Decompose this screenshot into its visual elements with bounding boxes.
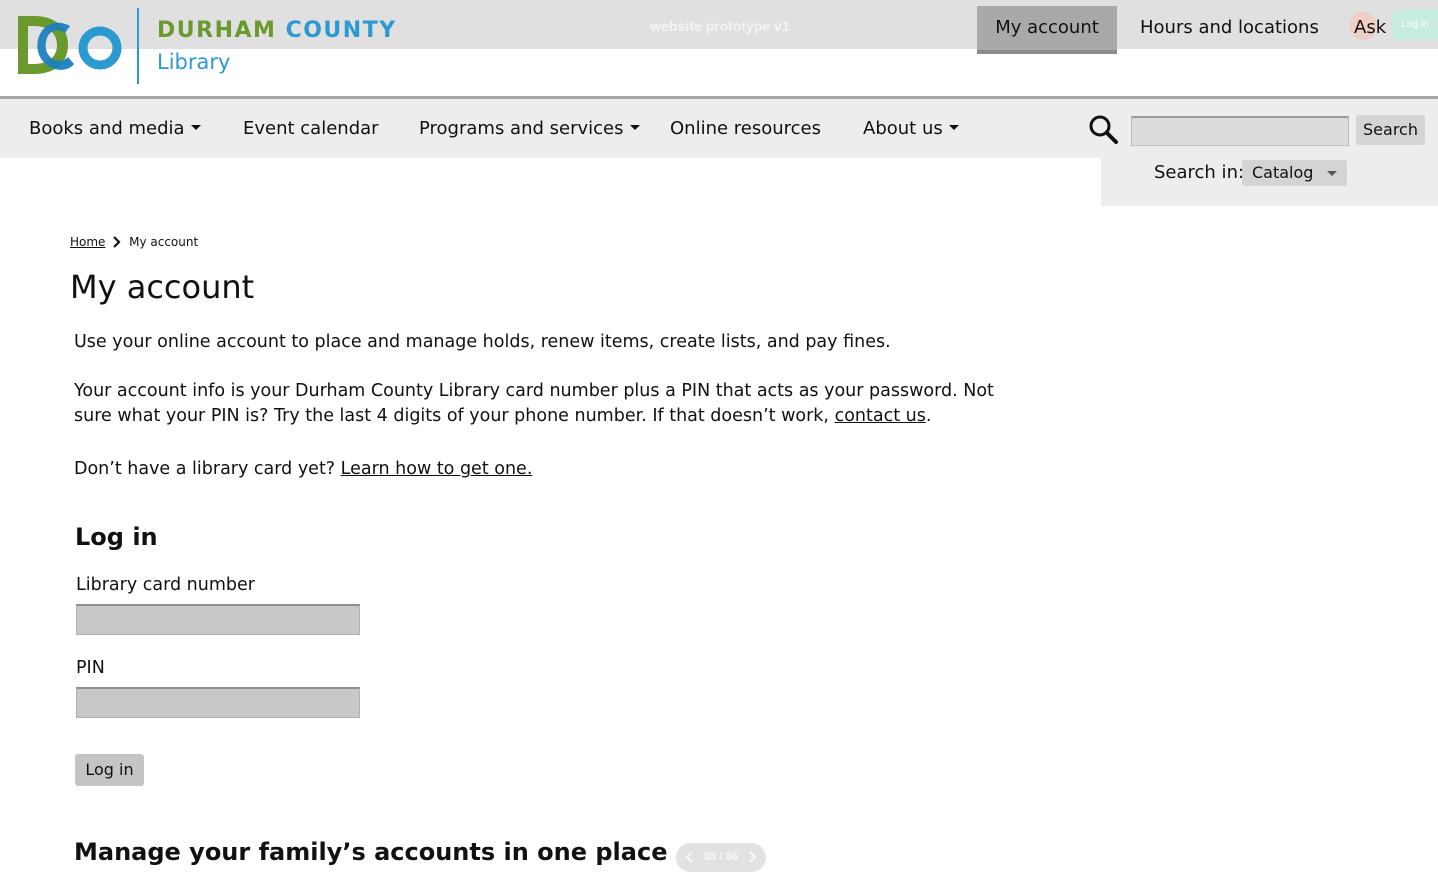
nav-online-resources[interactable]: Online resources [670,99,821,158]
logo-name: DURHAM COUNTY [157,18,397,43]
slide-counter: 35 / 36 [704,851,738,863]
login-chip[interactable]: Log in [1392,10,1438,40]
search-button[interactable]: Search [1356,115,1425,145]
chevron-down-icon [1327,171,1337,176]
nav-event-calendar[interactable]: Event calendar [243,99,379,158]
nav-about-us-label: About us [863,118,943,139]
search-scope-value: Catalog [1252,163,1314,182]
chevron-down-icon [629,125,640,130]
search-input[interactable] [1131,116,1349,146]
search-in-label: Search in: [1154,162,1245,183]
logo-divider [137,8,139,84]
library-card-text: Don’t have a library card yet? Learn how… [74,457,1034,482]
login-submit-button[interactable]: Log in [75,754,144,786]
intro-text: Use your online account to place and man… [74,332,891,352]
nav-about-us[interactable]: About us [863,99,959,158]
util-nav-hours-locations[interactable]: Hours and locations [1140,6,1319,54]
card-number-label: Library card number [76,575,255,595]
breadcrumb: Home My account [70,235,198,249]
chevron-down-icon [190,125,201,130]
dco-logo-mark-icon [18,16,122,74]
card-number-input[interactable] [76,604,360,635]
nav-books-and-media-label: Books and media [29,118,185,139]
nav-online-resources-label: Online resources [670,118,822,139]
nav-programs-and-services-label: Programs and services [419,118,624,139]
prototype-label: website prototype v1 [650,18,790,34]
library-card-question: Don’t have a library card yet? [74,459,336,479]
util-nav-my-account[interactable]: My account [977,6,1117,54]
chevron-down-icon [948,125,959,130]
login-section-title: Log in [75,523,158,551]
account-info-text: Your account info is your Durham County … [74,379,1034,429]
search-icon[interactable] [1088,114,1118,144]
contact-us-link[interactable]: contact us [835,406,926,426]
breadcrumb-current: My account [129,235,199,249]
library-logo[interactable]: DURHAM COUNTY Library [12,8,412,86]
nav-books-and-media[interactable]: Books and media [29,99,201,158]
pin-input[interactable] [76,687,360,718]
chevron-left-icon[interactable] [682,849,698,865]
logo-name-durham: DURHAM [157,18,277,43]
account-info-end: . [925,406,932,426]
chevron-right-icon [113,236,121,248]
chevron-right-icon[interactable] [744,849,760,865]
family-accounts-title: Manage your family’s accounts in one pla… [74,838,668,866]
logo-subtitle: Library [157,50,231,74]
get-library-card-link[interactable]: Learn how to get one. [341,459,533,479]
page-title: My account [70,268,255,306]
search-scope-select[interactable]: Catalog [1242,160,1347,186]
nav-event-calendar-label: Event calendar [243,118,379,139]
pin-label: PIN [76,658,105,678]
logo-name-county: COUNTY [285,18,397,43]
breadcrumb-home-link[interactable]: Home [70,235,105,249]
main-nav: Books and media Event calendar Programs … [0,99,1101,158]
slide-pager: 35 / 36 [676,843,766,872]
nav-programs-and-services[interactable]: Programs and services [419,99,640,158]
